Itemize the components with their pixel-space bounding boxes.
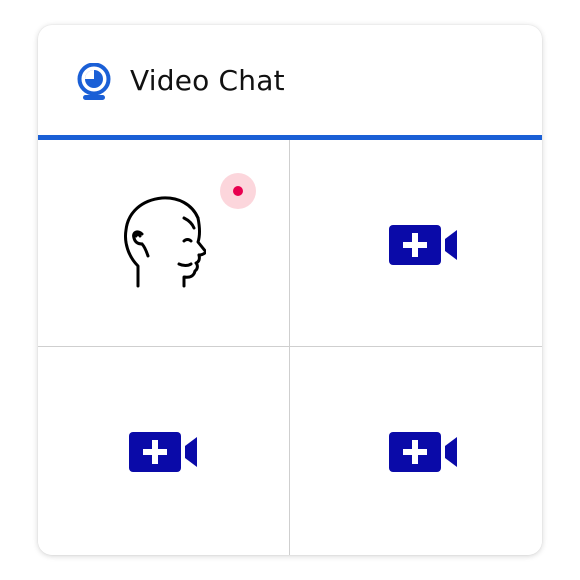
add-video-icon[interactable]	[389, 225, 459, 265]
page-title: Video Chat	[130, 64, 285, 97]
participant-tile[interactable]	[38, 140, 290, 347]
person-head-icon	[124, 196, 206, 288]
webcam-icon	[77, 63, 111, 100]
empty-slot-tile[interactable]	[38, 347, 290, 555]
card-header: Video Chat	[38, 25, 542, 135]
add-video-icon[interactable]	[389, 432, 459, 472]
video-chat-card: Video Chat	[38, 25, 542, 555]
add-video-icon[interactable]	[129, 432, 199, 472]
recording-indicator	[220, 173, 256, 209]
video-grid	[38, 140, 542, 555]
empty-slot-tile[interactable]	[290, 140, 542, 347]
empty-slot-tile[interactable]	[290, 347, 542, 555]
